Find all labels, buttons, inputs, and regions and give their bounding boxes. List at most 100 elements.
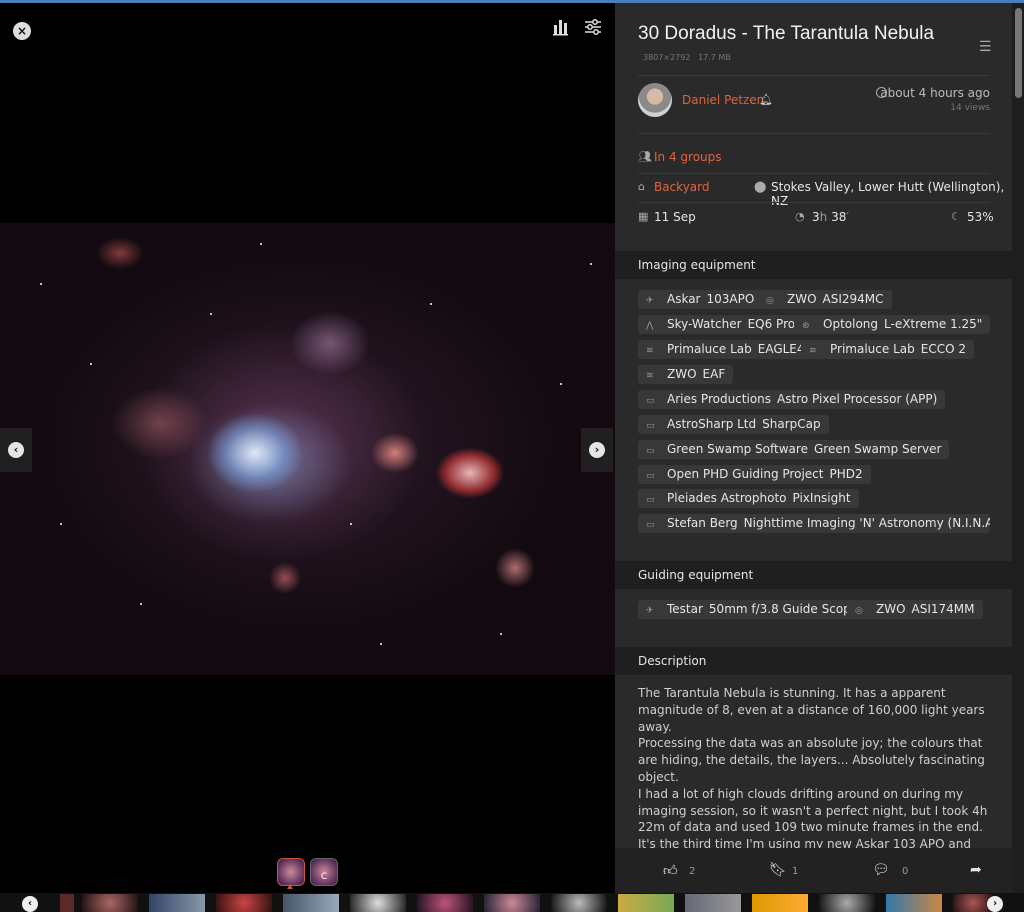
equipment-item[interactable]: ▭ Stefan Berg Nighttime Imaging 'N' Astron… — [638, 514, 990, 533]
strip-thumb[interactable] — [685, 894, 741, 912]
strip-thumb[interactable] — [618, 894, 674, 912]
groups-link[interactable]: In 4 groups — [654, 150, 722, 164]
equipment-name: ASI174MM — [911, 602, 975, 616]
image-file-size: 17.7 MB — [698, 53, 731, 62]
location-text: Stokes Valley, Lower Hutt (Wellington), … — [771, 180, 1005, 208]
software-icon: ▭ — [646, 446, 655, 456]
equipment-brand: Primaluce Lab — [830, 342, 915, 356]
software-icon: ▭ — [646, 495, 655, 505]
strip-thumb[interactable] — [819, 894, 875, 912]
menu-icon[interactable]: ☰ — [979, 39, 992, 55]
equipment-item[interactable]: ▭ AstroSharp Ltd SharpCap — [638, 415, 829, 434]
chevron-left-icon: ‹ — [8, 442, 24, 458]
bell-icon[interactable]: 🔔︎ — [759, 93, 773, 106]
revision-thumb-c[interactable]: C — [310, 858, 338, 886]
equipment-item[interactable]: ⊛ Optolong L-eXtreme 1.25" — [794, 315, 991, 334]
comments-button[interactable]: 💬︎ — [872, 862, 890, 878]
strip-thumb[interactable] — [283, 894, 339, 912]
previous-image-button[interactable]: ‹ — [0, 428, 32, 472]
image-title: 30 Doradus - The Tarantula Nebula — [638, 23, 935, 44]
chevron-right-icon: › — [589, 442, 605, 458]
revision-thumb-original[interactable] — [277, 858, 305, 886]
equipment-brand: ZWO — [787, 292, 817, 306]
sliders-icon[interactable] — [583, 17, 603, 37]
equipment-brand: Open PHD Guiding Project — [667, 467, 824, 481]
accessory-icon: ≋ — [646, 346, 654, 356]
integration-time: 3h 38′ — [812, 210, 850, 224]
equipment-name: Nighttime Imaging 'N' Astronomy (N.I.N.A… — [743, 516, 990, 530]
divider — [638, 173, 990, 174]
camera-icon: ◎ — [855, 606, 863, 616]
image-meta: 3807×2792 17.7 MB — [643, 53, 731, 62]
equipment-name: ASI294MC — [822, 292, 884, 306]
equipment-item[interactable]: ▭ Pleiades Astrophoto PixInsight — [638, 489, 859, 508]
strip-thumb[interactable] — [417, 894, 473, 912]
strip-thumb[interactable] — [886, 894, 942, 912]
equipment-item[interactable]: ✈ Testar 50mm f/3.8 Guide Scope — [638, 600, 867, 619]
strip-thumb[interactable] — [82, 894, 138, 912]
strip-thumb[interactable] — [149, 894, 205, 912]
share-button[interactable]: ➦ — [970, 862, 982, 878]
equipment-brand: Testar — [667, 602, 703, 616]
avatar[interactable] — [638, 83, 672, 117]
strip-thumb[interactable] — [752, 894, 808, 912]
panel-scrollbar[interactable] — [1012, 3, 1024, 893]
equipment-item[interactable]: ◎ ZWO ASI294MC — [758, 290, 892, 309]
strip-thumb[interactable] — [551, 894, 607, 912]
strip-thumb[interactable] — [350, 894, 406, 912]
moon-phase: 53% — [967, 210, 994, 224]
bookmark-count: 1 — [792, 866, 799, 877]
equipment-brand: Askar — [667, 292, 701, 306]
equipment-item[interactable]: ▭ Open PHD Guiding Project PHD2 — [638, 465, 871, 484]
equipment-item[interactable]: ✈ Askar 103APO — [638, 290, 763, 309]
strip-prev-button[interactable]: ‹ — [22, 896, 38, 912]
software-icon: ▭ — [646, 421, 655, 431]
equipment-item[interactable]: ▭ Aries Productions Astro Pixel Processor … — [638, 390, 946, 409]
calendar-icon: ▦ — [638, 210, 649, 223]
equipment-brand: Green Swamp Software — [667, 442, 808, 456]
mount-icon: ⋀ — [646, 321, 654, 331]
author-link[interactable]: Daniel Petzen — [682, 93, 764, 107]
software-icon: ▭ — [646, 396, 655, 406]
equipment-name: Green Swamp Server — [813, 442, 942, 456]
equipment-item[interactable]: ≋ Primaluce Lab EAGLE4 — [638, 340, 813, 359]
next-image-button[interactable]: › — [581, 428, 613, 472]
groups-icon: 👥︎ — [638, 150, 652, 163]
like-button[interactable]: 👍︎ — [663, 862, 678, 879]
divider — [638, 75, 990, 76]
equipment-item[interactable]: ≋ Primaluce Lab ECCO 2 — [801, 340, 974, 359]
scrollbar-thumb[interactable] — [1015, 8, 1022, 98]
bookmark-button[interactable]: 🔖︎ — [769, 862, 787, 878]
equipment-name: SharpCap — [762, 417, 821, 431]
acquisition-date: 11 Sep — [654, 210, 696, 224]
strip-thumb[interactable] — [60, 894, 74, 912]
accessory-icon: ≋ — [809, 346, 817, 356]
strip-thumb[interactable] — [216, 894, 272, 912]
action-bar: 👍︎ 2 🔖︎ 1 💬︎ 0 ➦ — [615, 848, 1012, 893]
filter-icon: ⊛ — [802, 321, 810, 331]
like-count: 2 — [689, 866, 696, 877]
accessory-icon: ≋ — [646, 371, 654, 381]
equipment-name: EQ6 Pro — [747, 317, 796, 331]
strip-next-button[interactable]: › — [987, 896, 1003, 912]
equipment-brand: AstroSharp Ltd — [667, 417, 757, 431]
strip-thumb[interactable] — [484, 894, 540, 912]
main-image[interactable] — [0, 223, 615, 675]
software-icon: ▭ — [646, 520, 655, 530]
location-type-link[interactable]: Backyard — [654, 180, 710, 194]
image-viewer: × ‹ › C — [0, 3, 615, 893]
equipment-item[interactable]: ◎ ZWO ASI174MM — [847, 600, 983, 619]
bar-chart-icon[interactable] — [551, 17, 571, 37]
equipment-name: 50mm f/3.8 Guide Scope — [708, 602, 859, 616]
equipment-item[interactable]: ≋ ZWO EAF — [638, 365, 734, 384]
map-pin-icon: ⬤ — [754, 180, 767, 193]
equipment-brand: ZWO — [876, 602, 906, 616]
equipment-brand: Sky-Watcher — [667, 317, 742, 331]
close-icon[interactable]: × — [13, 22, 31, 40]
equipment-item[interactable]: ▭ Green Swamp Software Green Swamp Server — [638, 440, 950, 459]
software-icon: ▭ — [646, 471, 655, 481]
image-dimensions: 3807×2792 — [643, 53, 691, 62]
equipment-item[interactable]: ⋀ Sky-Watcher EQ6 Pro — [638, 315, 804, 334]
equipment-name: ECCO 2 — [920, 342, 966, 356]
equipment-brand: Pleiades Astrophoto — [667, 491, 787, 505]
